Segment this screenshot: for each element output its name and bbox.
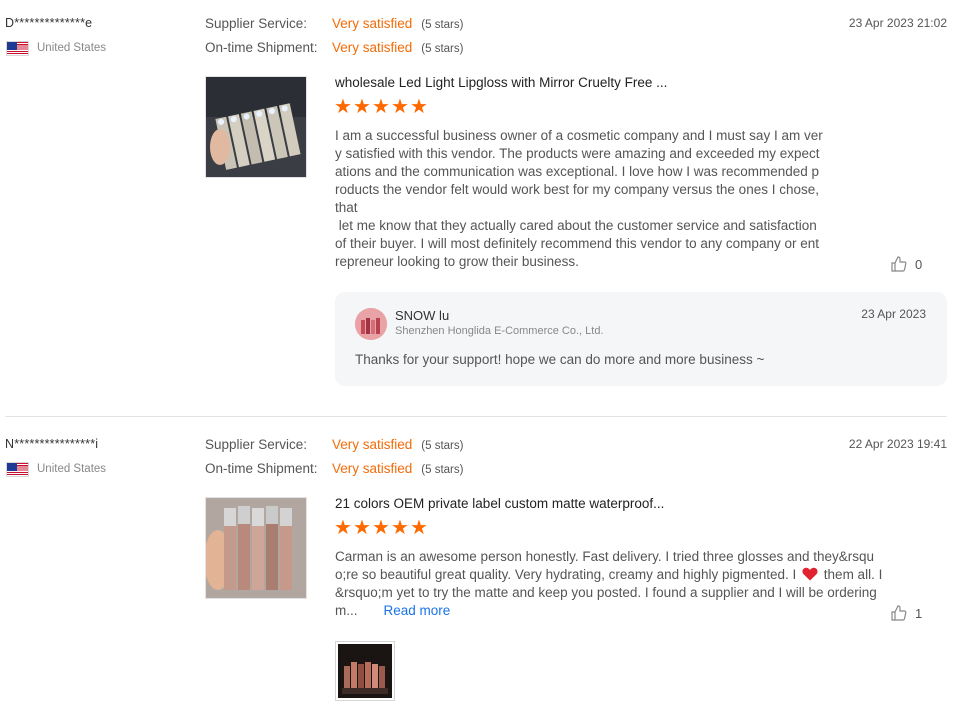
shipment-stars: (5 stars): [421, 464, 464, 476]
review-text-line: o;re so beautiful great quality. Very hy…: [335, 566, 895, 584]
buyer-name: D**************e: [5, 16, 93, 30]
supplier-service-value: Very satisfied: [332, 437, 413, 452]
country-name: United States: [37, 463, 107, 475]
supplier-reply: SNOW lu Shenzhen Honglida E-Commerce Co.…: [335, 292, 947, 386]
supplier-service-value: Very satisfied: [332, 16, 413, 31]
thumbs-up-icon: [891, 605, 907, 621]
reply-author: SNOW lu: [395, 308, 450, 323]
review-text: I am a successful business owner of a co…: [335, 128, 823, 269]
product-thumbnail[interactable]: [205, 497, 307, 599]
us-flag-icon: [6, 461, 29, 477]
review-stars: ★ ★ ★ ★ ★: [334, 96, 428, 118]
shipment-label: On-time Shipment:: [205, 461, 318, 476]
reply-company: Shenzhen Honglida E-Commerce Co., Ltd.: [395, 325, 604, 337]
supplier-service-label: Supplier Service:: [205, 16, 308, 31]
star-icon: ★: [353, 96, 371, 118]
product-title-link[interactable]: wholesale Led Light Lipgloss with Mirror…: [335, 75, 667, 90]
supplier-service-stars: (5 stars): [421, 440, 464, 452]
like-button[interactable]: 0: [890, 255, 922, 273]
shipment-rating: On-time Shipment: Very satisfied (5 star…: [205, 461, 463, 476]
supplier-service-label: Supplier Service:: [205, 437, 308, 452]
reply-date: 23 Apr 2023: [861, 307, 926, 321]
avatar: [355, 308, 387, 340]
star-icon: ★: [410, 96, 428, 118]
like-button[interactable]: 1: [890, 604, 922, 622]
review-text-fragment: o;re so beautiful great quality. Very hy…: [335, 567, 797, 582]
review-date: 22 Apr 2023 19:41: [848, 437, 947, 451]
shipment-label: On-time Shipment:: [205, 40, 318, 55]
star-icon: ★: [372, 96, 390, 118]
star-icon: ★: [334, 96, 352, 118]
thumbs-up-icon: [891, 256, 907, 272]
like-count: 1: [915, 605, 923, 621]
shipment-value: Very satisfied: [332, 40, 413, 55]
us-flag-icon: [6, 40, 29, 56]
heart-icon: [802, 567, 818, 581]
product-title-link[interactable]: 21 colors OEM private label custom matte…: [335, 496, 664, 511]
shipment-rating: On-time Shipment: Very satisfied (5 star…: [205, 40, 463, 55]
supplier-service-rating: Supplier Service: Very satisfied (5 star…: [205, 437, 463, 452]
star-icon: ★: [372, 517, 390, 539]
country-name: United States: [37, 42, 107, 54]
review-stars: ★ ★ ★ ★ ★: [334, 517, 428, 539]
buyer-name: N****************i: [5, 437, 99, 451]
like-count: 0: [915, 256, 923, 272]
star-icon: ★: [391, 517, 409, 539]
review-text-line: Carman is an awesome person honestly. Fa…: [335, 549, 875, 564]
star-icon: ★: [410, 517, 428, 539]
review-text-line: &rsquo;m yet to try the matte and keep y…: [335, 585, 877, 600]
shipment-value: Very satisfied: [332, 461, 413, 476]
star-icon: ★: [353, 517, 371, 539]
review-photo-thumbnail[interactable]: [335, 641, 395, 701]
star-icon: ★: [334, 517, 352, 539]
buyer-country: United States: [6, 461, 106, 477]
supplier-service-rating: Supplier Service: Very satisfied (5 star…: [205, 16, 463, 31]
review-text: Carman is an awesome person honestly. Fa…: [335, 548, 895, 620]
supplier-service-stars: (5 stars): [421, 19, 464, 31]
review-text-fragment: them all. I: [823, 567, 883, 582]
review-date: 23 Apr 2023 21:02: [848, 16, 947, 30]
review-text-fragment: m...: [335, 603, 358, 618]
reply-text: Thanks for your support! hope we can do …: [355, 352, 765, 367]
product-thumbnail[interactable]: [205, 76, 307, 178]
review-text-line: m... Read more: [335, 602, 895, 620]
divider: [5, 416, 947, 417]
buyer-country: United States: [6, 40, 106, 56]
read-more-link[interactable]: Read more: [384, 603, 451, 618]
shipment-stars: (5 stars): [421, 43, 464, 55]
star-icon: ★: [391, 96, 409, 118]
